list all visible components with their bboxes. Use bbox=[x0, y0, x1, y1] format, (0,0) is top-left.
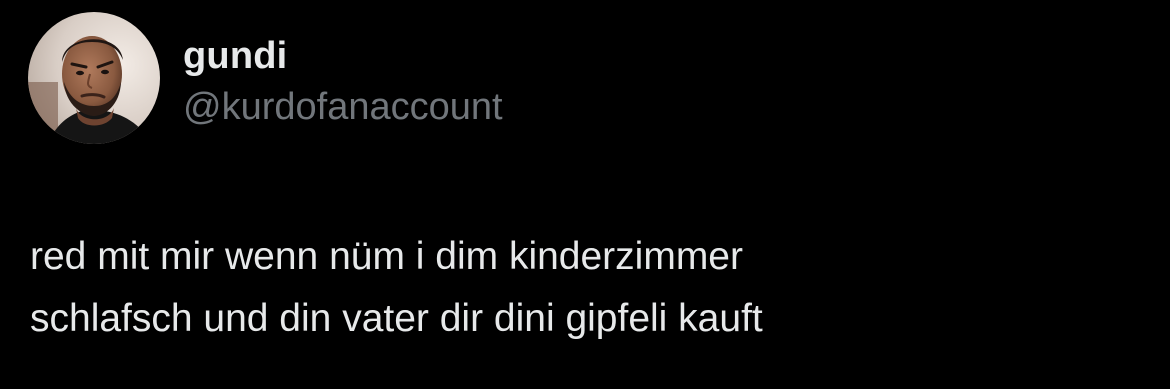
tweet-text-line: red mit mir wenn nüm i dim kinderzimmer bbox=[30, 235, 743, 278]
tweet-text-line: schlafsch und din vater dir dini gipfeli… bbox=[30, 297, 763, 340]
user-handle[interactable]: @kurdofanaccount bbox=[183, 84, 503, 130]
tweet-card: gundi @kurdofanaccount red mit mir wenn … bbox=[0, 0, 1170, 389]
profile-photo-icon bbox=[28, 12, 160, 144]
avatar[interactable] bbox=[28, 12, 160, 144]
display-name[interactable]: gundi bbox=[183, 33, 287, 79]
tweet-text: red mit mir wenn nüm i dim kinderzimmer … bbox=[30, 226, 1140, 350]
